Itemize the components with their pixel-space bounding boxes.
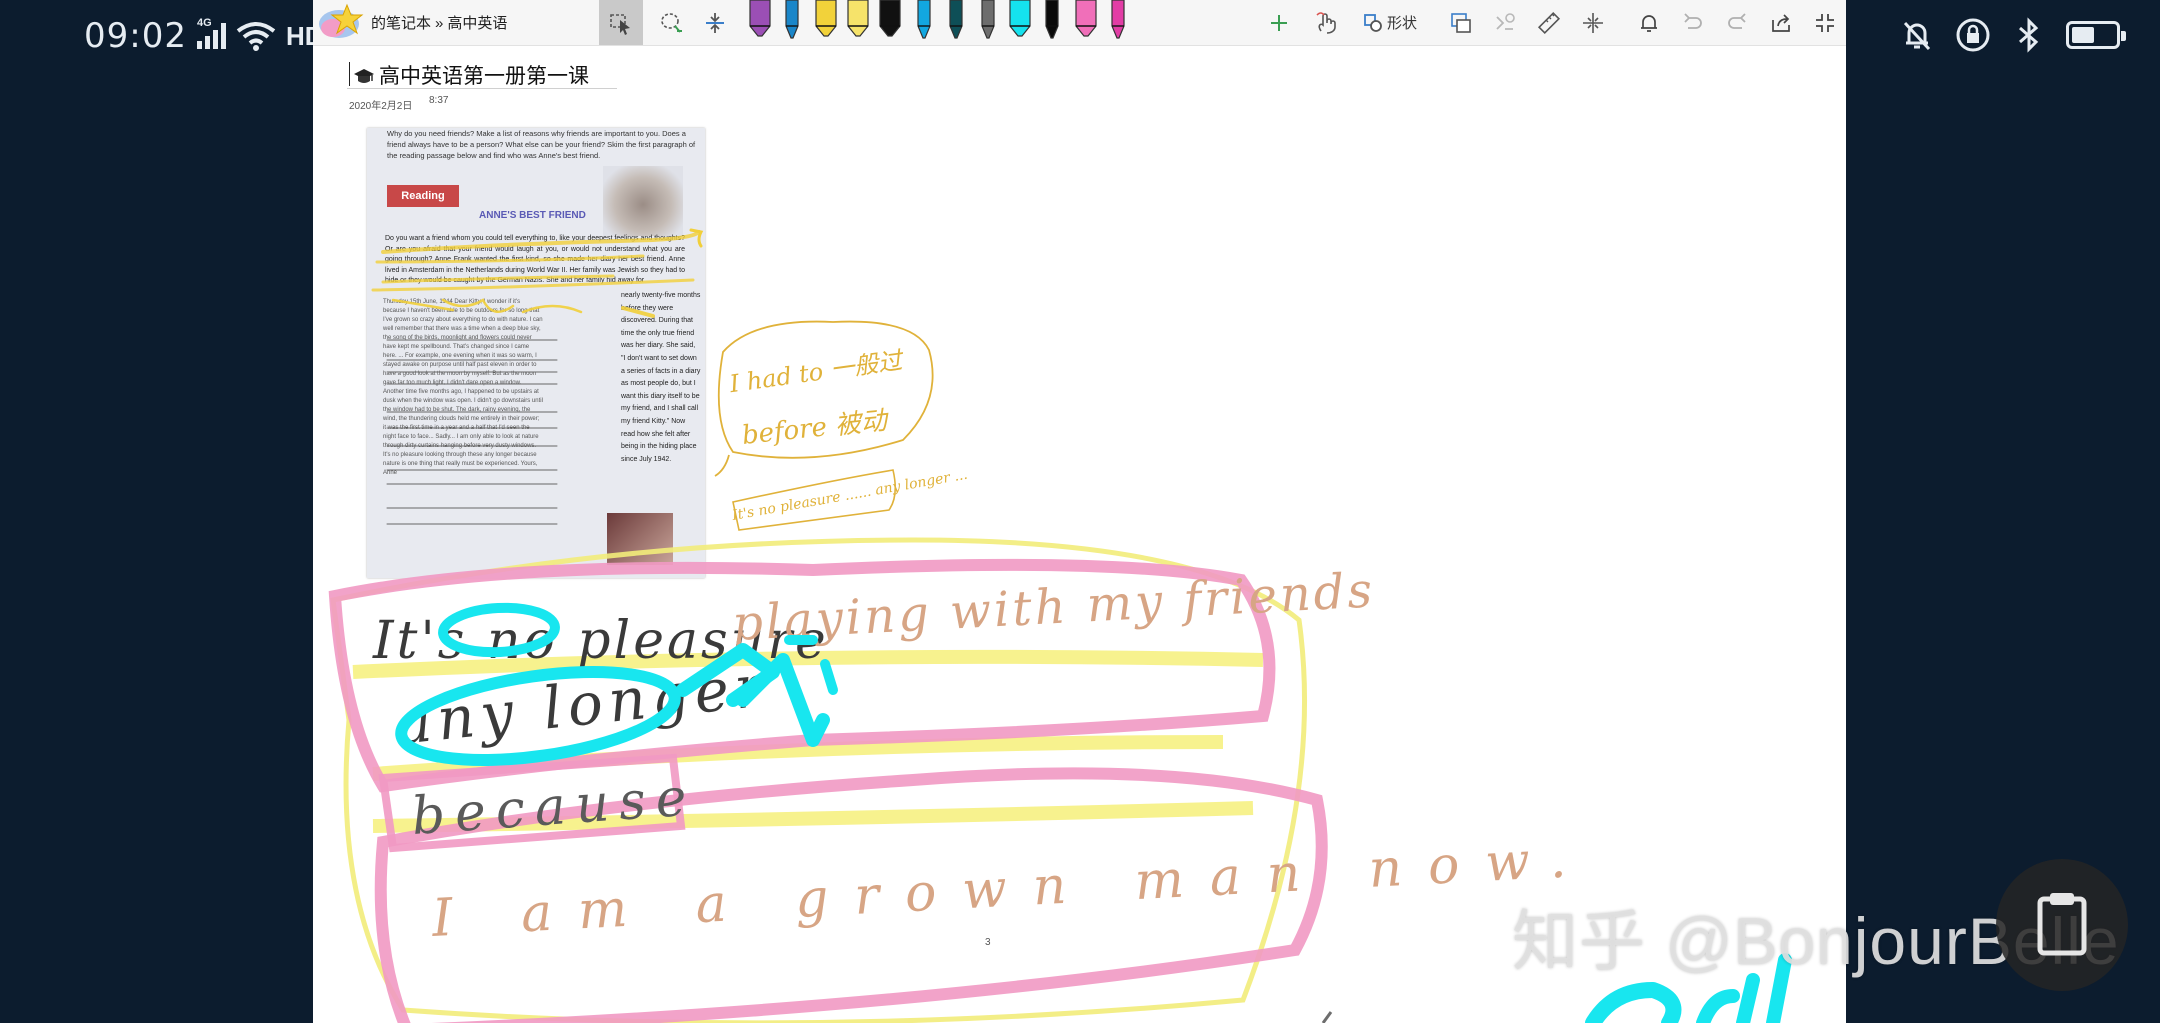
- handwriting-line1-brown: playing with my friends: [731, 562, 1377, 652]
- status-time: 09:02: [84, 16, 187, 56]
- battery-icon: [2066, 21, 2126, 49]
- grammar-note-line1: I had to 一般过: [727, 346, 907, 398]
- textbook-highlights: [371, 228, 704, 525]
- network-type: 4G: [196, 17, 212, 29]
- status-bar-right: [1898, 16, 2126, 54]
- handwriting-line4: I am a grown man now.: [430, 828, 1594, 949]
- grammar-note-line2: before 被动: [741, 406, 892, 451]
- notifications-muted-icon: [1903, 21, 1931, 51]
- small-sentence-note: It's no pleasure ...... any longer ...: [730, 467, 969, 531]
- rotation-lock-icon: [1956, 18, 1990, 52]
- clipboard-icon: [2037, 893, 2087, 956]
- onenote-window: 的笔记本» 高中英语 形状 高中英语第一册第一课 2020年2月2日 8:37 …: [313, 0, 1846, 1023]
- cellular-signal-icon: 4G: [196, 17, 226, 49]
- grammar-note: I had to 一般过 before 被动: [714, 320, 934, 477]
- battery-level: [2072, 27, 2094, 43]
- page-number: 3: [985, 937, 991, 948]
- floating-action-button[interactable]: [1996, 859, 2128, 991]
- bluetooth-icon: [2019, 17, 2039, 53]
- status-bar-left: 09:02 4G HD: [84, 16, 324, 56]
- wifi-icon: [236, 21, 276, 51]
- edge-scribble-brown: [1321, 1011, 1333, 1023]
- ink-layer: I had to 一般过 before 被动 It's no pleasure …: [328, 228, 1792, 1023]
